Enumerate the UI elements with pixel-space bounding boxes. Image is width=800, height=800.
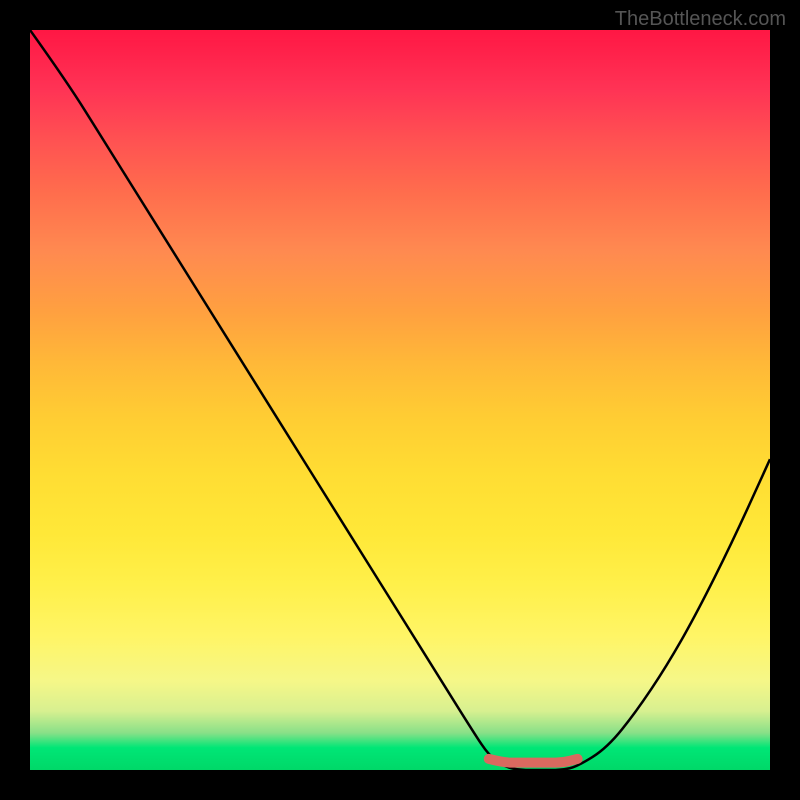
watermark-text: TheBottleneck.com <box>615 8 786 31</box>
bottleneck-curve-path <box>30 30 770 770</box>
chart-svg <box>30 30 770 770</box>
optimal-marker-path <box>489 759 578 763</box>
chart-container <box>30 30 770 770</box>
